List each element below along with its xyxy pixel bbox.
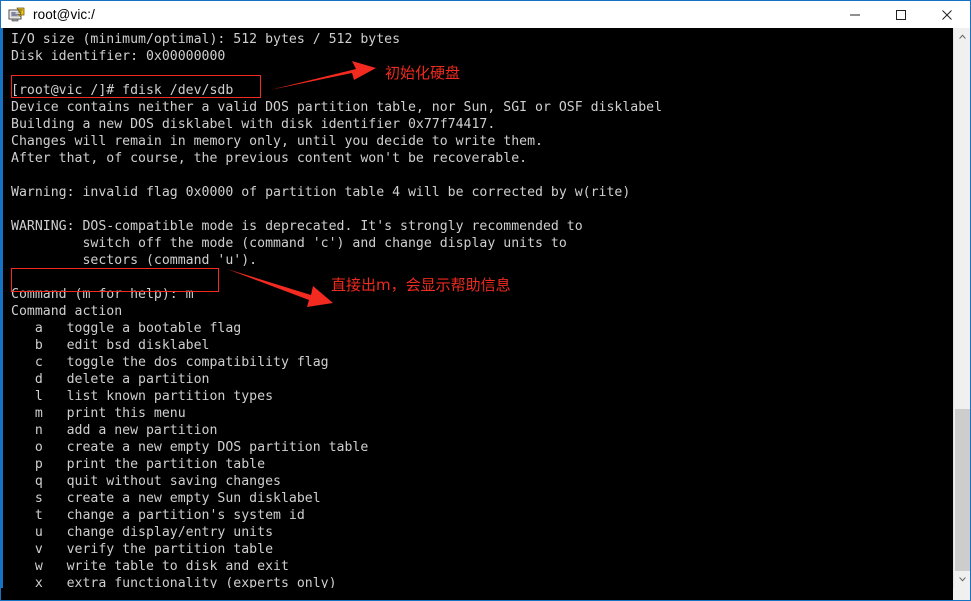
terminal-line: WARNING: DOS-compatible mode is deprecat… [11,219,583,234]
annotation-label-fdisk: 初始化硬盘 [385,64,461,82]
terminal-line: l list known partition types [11,389,274,404]
terminal-line: w write table to disk and exit [11,559,289,574]
vertical-scrollbar[interactable] [953,28,970,600]
scroll-down-arrow-icon[interactable] [954,571,970,588]
terminal-line: o create a new empty DOS partition table [11,440,369,455]
minimize-button[interactable] [832,1,878,28]
terminal-line: After that, of course, the previous cont… [11,151,528,166]
putty-terminal-icon [8,6,26,24]
terminal-pane[interactable]: I/O size (minimum/optimal): 512 bytes / … [1,28,970,600]
terminal-line: switch off the mode (command 'c') and ch… [11,236,567,251]
terminal-line: m print this menu [11,406,186,421]
close-button[interactable] [924,1,970,28]
terminal-line: v verify the partition table [11,542,274,557]
terminal-line: c toggle the dos compatibility flag [11,355,329,370]
annotation-label-command-m: 直接出m，会显示帮助信息 [331,276,511,294]
terminal-line: u change display/entry units [11,525,274,540]
terminal-line: s create a new empty Sun disklabel [11,491,321,506]
title-bar[interactable]: root@vic:/ [1,1,970,28]
terminal-line: Command action [11,304,123,319]
terminal-line: t change a partition's system id [11,508,305,523]
terminal-line: [root@vic /]# fdisk /dev/sdb [11,83,234,98]
terminal-line: b edit bsd disklabel [11,338,210,353]
horizontal-scroll-thumb[interactable] [141,589,301,599]
maximize-button[interactable] [878,1,924,28]
terminal-line: Disk identifier: 0x00000000 [11,49,226,64]
window-controls [832,1,970,28]
terminal-line: Changes will remain in memory only, unti… [11,134,543,149]
terminal-line: I/O size (minimum/optimal): 512 bytes / … [11,32,401,47]
terminal-line: a toggle a bootable flag [11,321,242,336]
horizontal-scrollbar[interactable] [1,588,970,600]
vertical-scroll-thumb[interactable] [955,409,970,587]
terminal-line: x extra functionality (experts only) [11,576,337,588]
terminal-line: n add a new partition [11,423,218,438]
terminal-line: p print the partition table [11,457,266,472]
scrollbar-corner [953,588,970,600]
scroll-up-arrow-icon[interactable] [954,28,970,45]
window-title: root@vic:/ [33,7,95,22]
terminal-line: Building a new DOS disklabel with disk i… [11,117,496,132]
terminal-line: d delete a partition [11,372,210,387]
terminal-window: root@vic:/ I/O size (minimum/optimal): 5… [0,0,971,601]
terminal-line: sectors (command 'u'). [11,253,258,268]
terminal-screen[interactable]: I/O size (minimum/optimal): 512 bytes / … [3,28,936,588]
terminal-line: Device contains neither a valid DOS part… [11,100,663,115]
terminal-line: Warning: invalid flag 0x0000 of partitio… [11,185,631,200]
terminal-line: Command (m for help): m [11,287,194,302]
terminal-line: q quit without saving changes [11,474,281,489]
